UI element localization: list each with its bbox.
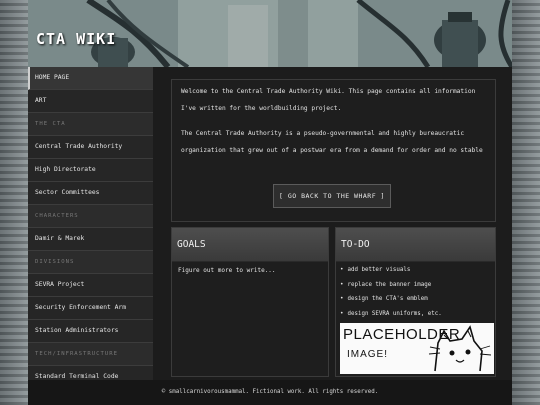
todo-item: design SEVRA uniforms, etc. [340,307,442,322]
placeholder-image: PLACEHOLDER IMAGE! [340,323,494,374]
goals-heading: GOALS [172,228,328,262]
background-texture-right [512,0,540,405]
todo-item: replace the banner image [340,278,442,293]
sidebar-section-the-cta: THE CTA [28,113,153,136]
sidebar-item-home-page[interactable]: HOME PAGE [28,67,153,90]
sidebar-item-security-enforcement-arm[interactable]: Security Enforcement Arm [28,297,153,320]
todo-list: add better visualsreplace the banner ima… [340,263,442,321]
todo-item: add better visuals [340,263,442,278]
sidebar-item-sevra-project[interactable]: SEVRA Project [28,274,153,297]
banner: CTA WIKI [28,0,512,67]
intro-paragraph-2: The Central Trade Authority is a pseudo-… [181,130,483,154]
sidebar-section-characters: CHARACTERS [28,205,153,228]
sidebar-section-tech-infrastructure: TECH/INFRASTRUCTURE [28,343,153,366]
sidebar-nav: HOME PAGE ART THE CTA Central Trade Authori… [28,67,154,380]
back-to-wharf-button[interactable]: [ GO BACK TO THE WHARF ] [273,184,391,208]
page-wrapper: CTA WIKI HOME PAGE ART THE CTA Central Trad… [28,0,512,405]
background-texture-left [0,0,28,405]
sidebar-item-art[interactable]: ART [28,90,153,113]
todo-panel: TO-DO add better visualsreplace the bann… [335,227,496,377]
goals-text: Figure out more to write... [178,267,276,274]
todo-item: design the CTA's emblem [340,292,442,307]
sidebar-item-central-trade-authority[interactable]: Central Trade Authority [28,136,153,159]
sidebar-item-high-directorate[interactable]: High Directorate [28,159,153,182]
intro-paragraph-1: Welcome to the Central Trade Authority W… [181,88,476,112]
footer: © smallcarnivorousmammal. Fictional work… [28,380,512,405]
site-title[interactable]: CTA WIKI [36,30,116,48]
sidebar-item-standard-terminal-code[interactable]: Standard Terminal Code [28,366,153,380]
main-content: Welcome to the Central Trade Authority W… [153,67,512,380]
cat-doodle-icon [428,325,492,372]
sidebar-section-divisions: DIVISIONS [28,251,153,274]
sidebar-item-damir-marek[interactable]: Damir & Marek [28,228,153,251]
goals-panel: GOALS Figure out more to write... [171,227,329,377]
todo-heading: TO-DO [336,228,495,262]
intro-panel: Welcome to the Central Trade Authority W… [171,79,496,222]
sidebar-item-station-administrators[interactable]: Station Administrators [28,320,153,343]
sidebar-item-sector-committees[interactable]: Sector Committees [28,182,153,205]
